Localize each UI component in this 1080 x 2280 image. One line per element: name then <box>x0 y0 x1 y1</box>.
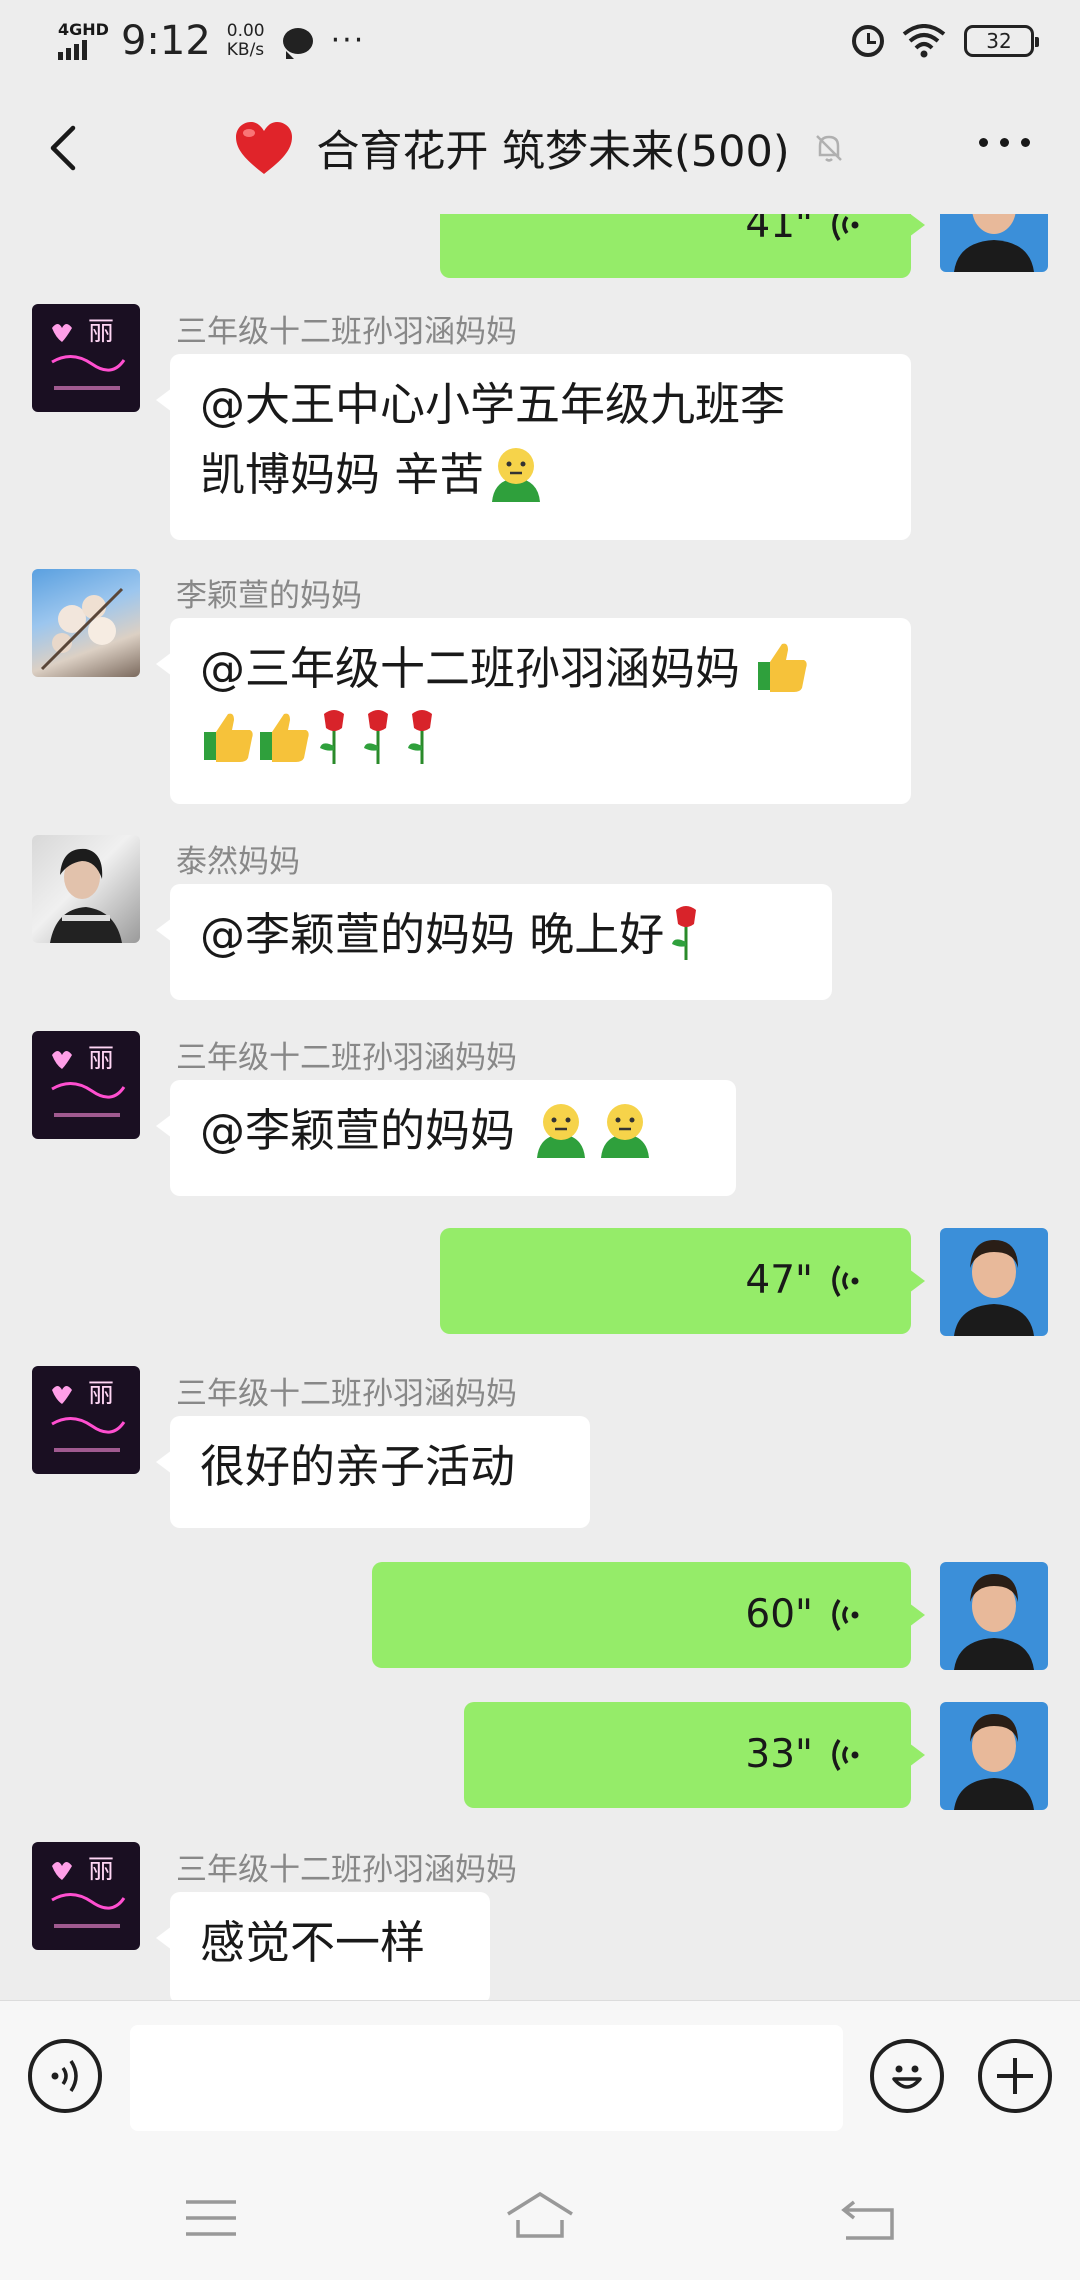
voice-duration: 33" <box>745 1732 813 1777</box>
voice-duration: 41" <box>745 214 813 247</box>
thumbs-up-icon <box>260 713 309 762</box>
sender-name: 三年级十二班孙羽涵妈妈 <box>176 1376 517 1412</box>
message-bubble[interactable]: @三年级十二班孙羽涵妈妈 <box>156 618 911 804</box>
message-text-line: @李颖萱的妈妈 <box>200 1104 530 1157</box>
rose-icon <box>364 710 388 764</box>
back-button[interactable] <box>38 124 86 172</box>
nav-menu-icon[interactable] <box>184 2198 238 2238</box>
system-nav-bar <box>0 2150 1080 2280</box>
message-text-line: @三年级十二班孙羽涵妈妈 <box>200 642 755 695</box>
rose-icon <box>672 906 697 960</box>
my-avatar[interactable] <box>940 1228 1048 1336</box>
sender-name: 三年级十二班孙羽涵妈妈 <box>176 314 517 350</box>
wifi-icon <box>902 24 946 58</box>
message-input[interactable] <box>130 2025 843 2131</box>
thumbs-up-icon <box>204 713 253 762</box>
voice-wave-icon <box>832 214 859 241</box>
nav-home-icon[interactable] <box>504 2190 576 2240</box>
sender-avatar[interactable]: 丽 <box>32 304 140 412</box>
sender-avatar[interactable]: 丽 <box>32 1031 140 1139</box>
svg-text:丽: 丽 <box>88 1044 114 1074</box>
speed-value: 0.00 <box>226 21 265 41</box>
voice-message-bubble[interactable]: 60" <box>372 1562 925 1668</box>
network-type: 4GHD <box>58 20 109 39</box>
message-text-line: 很好的亲子活动 <box>200 1440 516 1493</box>
voice-input-button[interactable] <box>28 2039 102 2113</box>
voice-message-bubble[interactable]: 33" <box>464 1702 925 1808</box>
message-list[interactable]: 41" 丽 三年级十二班孙羽涵妈妈 @大王中心小学五年级九班李 凯博妈妈 辛苦 … <box>0 214 1080 2000</box>
chat-title: 合育花开 筑梦未来(500) <box>316 127 790 177</box>
sender-avatar[interactable]: 丽 <box>32 1366 140 1474</box>
message-bubble[interactable]: @李颖萱的妈妈 晚上好 <box>156 884 832 1000</box>
sender-avatar[interactable] <box>32 569 140 677</box>
more-notifications-icon: ··· <box>330 23 366 58</box>
back-arrow-icon <box>50 125 76 171</box>
svg-text:丽: 丽 <box>88 1379 114 1409</box>
message-text-line: @大王中心小学五年级九班李 <box>200 378 786 431</box>
my-avatar[interactable] <box>940 1562 1048 1670</box>
thumbs-up-icon <box>758 643 807 692</box>
network-speed: 0.00 KB/s <box>227 22 265 60</box>
nav-back-icon[interactable] <box>840 2198 896 2242</box>
sender-name: 泰然妈妈 <box>176 844 300 880</box>
network-indicator: 4GHD <box>58 22 109 60</box>
my-avatar[interactable] <box>940 1702 1048 1810</box>
more-button[interactable] <box>979 138 1030 147</box>
message-bubble[interactable]: 很好的亲子活动 <box>156 1416 590 1528</box>
voice-message-bubble[interactable]: 47" <box>440 1228 925 1334</box>
emoji-face-icon <box>492 448 541 502</box>
voice-duration: 60" <box>745 1592 813 1637</box>
input-bar <box>0 2000 1080 2150</box>
battery-icon: 32 <box>964 25 1039 57</box>
voice-input-icon <box>51 2060 78 2092</box>
voice-duration: 47" <box>745 1258 813 1303</box>
more-icon <box>979 138 988 147</box>
svg-text:丽: 丽 <box>88 1855 114 1885</box>
message-text-line: 凯博妈妈 辛苦 <box>200 448 485 501</box>
rose-icon <box>320 710 344 764</box>
voice-message-bubble[interactable]: 41" <box>440 214 925 278</box>
my-avatar[interactable] <box>940 214 1048 272</box>
mute-bell-icon <box>815 135 842 162</box>
sender-name: 三年级十二班孙羽涵妈妈 <box>176 1040 517 1076</box>
message-text-line: 感觉不一样 <box>200 1916 426 1969</box>
svg-text:丽: 丽 <box>88 317 114 347</box>
message-bubble[interactable]: @李颖萱的妈妈 <box>156 1080 736 1196</box>
heart-icon <box>236 122 293 174</box>
message-bubble[interactable]: @大王中心小学五年级九班李 凯博妈妈 辛苦 <box>156 354 911 540</box>
signal-icon <box>58 40 87 60</box>
emoji-button[interactable] <box>870 2039 944 2113</box>
battery-level: 32 <box>986 29 1012 53</box>
chat-header: 合育花开 筑梦未来(500) <box>0 82 1080 214</box>
sender-name: 三年级十二班孙羽涵妈妈 <box>176 1852 517 1888</box>
emoji-icon <box>892 2065 922 2089</box>
rose-icon <box>408 710 432 764</box>
message-notification-icon <box>282 28 313 59</box>
sender-avatar[interactable] <box>32 835 140 943</box>
clock: 9:12 <box>120 18 211 64</box>
voice-wave-icon <box>832 1265 859 1297</box>
message-bubble[interactable]: 感觉不一样 <box>156 1892 490 2000</box>
emoji-face-icon <box>537 1104 586 1158</box>
plus-icon <box>997 2058 1033 2094</box>
more-functions-button[interactable] <box>978 2039 1052 2113</box>
sender-name: 李颖萱的妈妈 <box>176 578 362 614</box>
status-bar: 4GHD 9:12 0.00 KB/s ··· 32 <box>0 0 1080 82</box>
voice-wave-icon <box>832 1739 859 1771</box>
sender-avatar[interactable]: 丽 <box>32 1842 140 1950</box>
voice-wave-icon <box>832 1599 859 1631</box>
message-text-line: @李颖萱的妈妈 晚上好 <box>200 908 665 961</box>
speed-unit: KB/s <box>226 40 265 60</box>
alarm-icon <box>852 25 884 57</box>
emoji-face-icon <box>601 1104 650 1158</box>
